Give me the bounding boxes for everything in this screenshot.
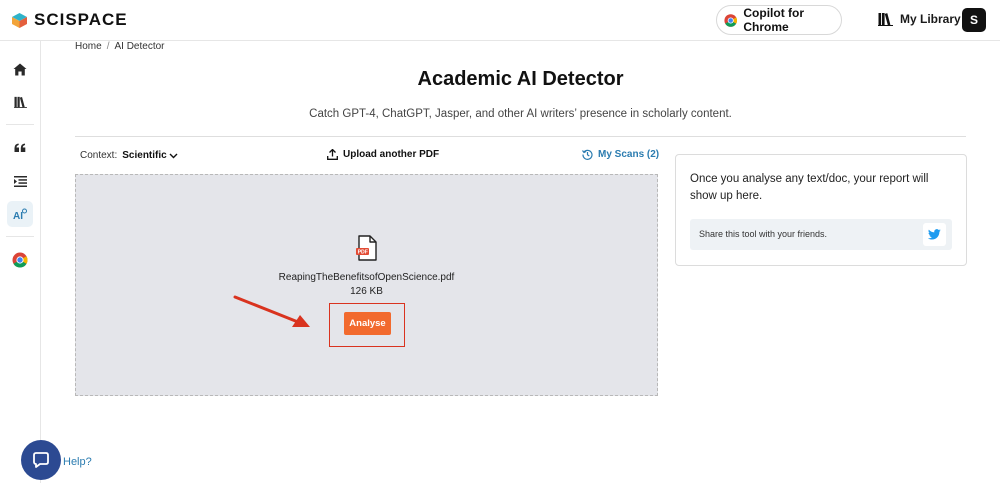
- my-library-link[interactable]: My Library: [878, 12, 961, 26]
- sidebar-item-library[interactable]: [7, 89, 33, 115]
- logo-text: SCISPACE: [34, 10, 128, 29]
- svg-text:AI: AI: [13, 211, 23, 220]
- sidebar-divider: [6, 124, 34, 125]
- copilot-label: Copilot for Chrome: [743, 6, 805, 34]
- scispace-logo-icon: [12, 12, 27, 28]
- context-dropdown[interactable]: Scientific: [122, 150, 178, 161]
- context-selector: Context: Scientific: [80, 150, 178, 161]
- help-link[interactable]: Help?: [63, 456, 92, 468]
- sidebar-item-home[interactable]: [7, 56, 33, 82]
- my-scans-label: My Scans (2): [598, 149, 660, 160]
- copilot-for-chrome-button[interactable]: Copilot for Chrome: [716, 5, 842, 35]
- annotation-arrow-icon: [233, 295, 310, 327]
- chrome-icon: [724, 13, 737, 27]
- scispace-logo[interactable]: SCISPACE: [11, 10, 128, 30]
- upload-label: Upload another PDF: [343, 149, 440, 160]
- my-scans-link[interactable]: My Scans (2): [582, 149, 659, 160]
- library-icon: [878, 13, 893, 26]
- pdf-file-icon: PDF: [356, 235, 378, 266]
- ai-detector-icon: AI: [13, 208, 27, 220]
- page-title: Academic AI Detector: [417, 68, 624, 90]
- my-library-label: My Library: [900, 12, 961, 26]
- twitter-share-button[interactable]: [923, 223, 946, 246]
- breadcrumb-home[interactable]: Home: [75, 41, 102, 52]
- sidebar-divider: [6, 236, 34, 237]
- user-avatar[interactable]: S: [962, 8, 986, 32]
- section-divider: [75, 136, 966, 137]
- sidebar-item-chrome-extension[interactable]: [7, 247, 33, 273]
- page-subtitle: Catch GPT-4, ChatGPT, Jasper, and other …: [309, 108, 732, 120]
- breadcrumb: Home / AI Detector: [75, 41, 165, 52]
- breadcrumb-separator: /: [106, 41, 110, 52]
- sidebar: AI: [0, 41, 41, 483]
- share-box: Share this tool with your friends.: [690, 219, 952, 250]
- chat-support-button[interactable]: [21, 440, 61, 480]
- history-icon: [582, 149, 593, 160]
- chevron-down-icon: [169, 153, 178, 158]
- upload-icon: [327, 149, 338, 160]
- breadcrumb-current: AI Detector: [114, 41, 165, 52]
- sidebar-item-ai-detector[interactable]: AI: [7, 201, 33, 227]
- sidebar-item-citation[interactable]: [7, 135, 33, 161]
- report-panel: Once you analyse any text/doc, your repo…: [675, 154, 967, 266]
- chat-icon: [33, 452, 49, 468]
- analyse-button[interactable]: Analyse: [344, 312, 391, 335]
- home-icon: [13, 63, 27, 75]
- sidebar-item-outline[interactable]: [7, 168, 33, 194]
- pdf-badge-text: PDF: [358, 250, 368, 256]
- library-icon: [13, 96, 27, 108]
- context-label: Context:: [80, 150, 118, 161]
- pdf-dropzone[interactable]: PDF ReapingTheBenefitsofOpenScience.pdf …: [75, 174, 658, 396]
- context-value: Scientific: [122, 150, 167, 161]
- file-name: ReapingTheBenefitsofOpenScience.pdf: [278, 272, 455, 283]
- report-placeholder-text: Once you analyse any text/doc, your repo…: [690, 173, 929, 202]
- list-indent-icon: [13, 175, 27, 187]
- chrome-icon: [12, 252, 28, 268]
- twitter-icon: [928, 229, 941, 240]
- upload-another-pdf-button[interactable]: Upload another PDF: [327, 149, 439, 160]
- quote-icon: [14, 143, 26, 152]
- share-text: Share this tool with your friends.: [699, 229, 828, 239]
- file-size: 126 KB: [350, 286, 383, 297]
- top-bar: SCISPACE Copilot for Chrome My Library S: [0, 0, 1000, 41]
